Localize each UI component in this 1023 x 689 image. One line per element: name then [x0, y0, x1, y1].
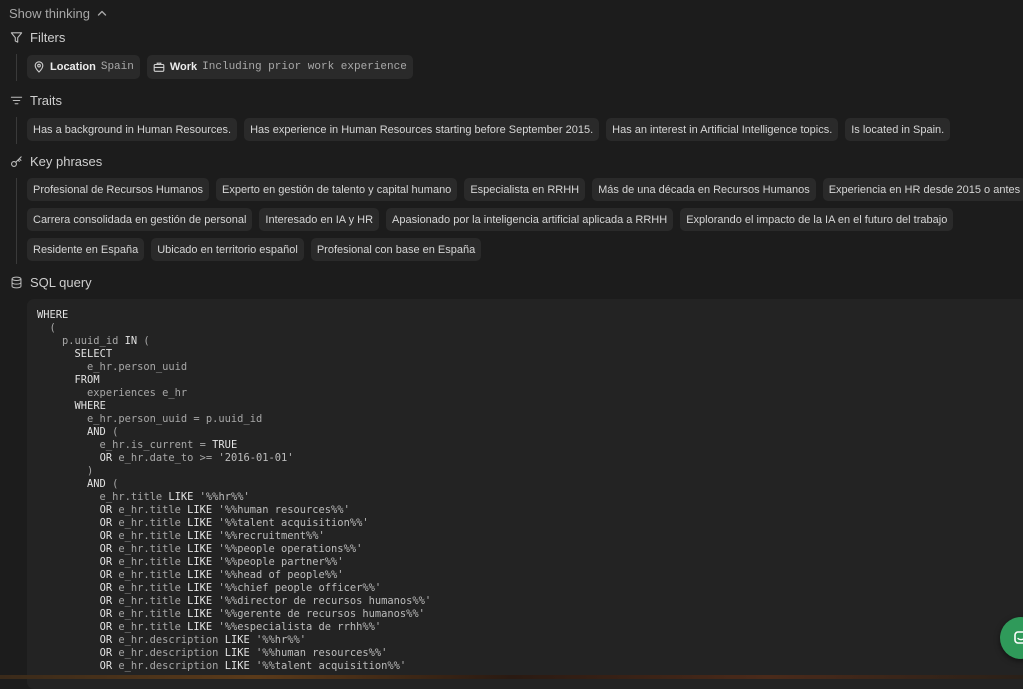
filter-key: Location: [50, 61, 96, 73]
key-phrases-rail: [16, 178, 17, 264]
sql-line: OR e_hr.title LIKE '%%human resources%%': [99, 504, 350, 516]
filter-chip-work[interactable]: Work Including prior work experience: [146, 55, 413, 79]
sql-line: OR e_hr.description LIKE '%%human resour…: [99, 647, 388, 659]
show-thinking-label: Show thinking: [9, 5, 90, 21]
filter-key: Work: [169, 61, 198, 73]
bottom-strip: [0, 675, 1023, 679]
key-phrase-chip: Experiencia en HR desde 2015 o antes: [822, 178, 1023, 201]
key-phrase-chip: Más de una década en Recursos Humanos: [592, 178, 816, 201]
filters-row: Location Spain Work Including prior work…: [27, 55, 413, 79]
sql-query-header: SQL query: [10, 273, 92, 291]
key-icon: [10, 155, 23, 168]
sql-line: WHERE: [37, 309, 69, 321]
filter-icon: [10, 31, 23, 44]
key-phrase-chip: Ubicado en territorio español: [151, 238, 304, 261]
chevron-up-icon: [97, 10, 107, 16]
trait-chip: Is located in Spain.: [845, 118, 951, 141]
sql-line: OR e_hr.description LIKE '%%talent acqui…: [99, 660, 407, 672]
sql-query-title: SQL query: [30, 274, 92, 290]
database-icon: [10, 276, 23, 289]
sql-line: experiences e_hr: [37, 387, 188, 399]
filter-value: Spain: [100, 61, 134, 73]
sql-line: SELECT: [74, 348, 113, 360]
map-pin-icon: [34, 61, 44, 73]
sql-line: p.uuid_id IN (: [37, 335, 150, 347]
sql-line: OR e_hr.title LIKE '%%especialista de rr…: [99, 621, 382, 633]
key-phrase-chip: Carrera consolidada en gestión de person…: [27, 208, 253, 231]
sql-line: AND (: [87, 478, 119, 490]
key-phrase-chip: Profesional de Recursos Humanos: [27, 178, 209, 201]
sql-line: OR e_hr.date_to >= '2016-01-01': [99, 452, 294, 464]
sql-line: AND (: [87, 426, 119, 438]
key-phrase-chip: Experto en gestión de talento y capital …: [215, 178, 458, 201]
key-phrase-chip: Profesional con base en España: [310, 238, 482, 261]
key-phrase-chip: Explorando el impacto de la IA en el fut…: [680, 208, 954, 231]
sql-code-text: WHERE ( p.uuid_id IN ( SELECT e_hr.perso…: [37, 309, 1023, 673]
show-thinking-toggle[interactable]: Show thinking: [9, 4, 107, 22]
sql-line: OR e_hr.title LIKE '%%head of people%%': [99, 569, 344, 581]
filter-chip-location[interactable]: Location Spain: [27, 55, 140, 79]
key-phrases-row: Profesional de Recursos Humanos Experto …: [27, 178, 1023, 201]
sql-line: e_hr.person_uuid: [37, 361, 188, 373]
sql-line: (: [49, 322, 56, 334]
traits-rail: [16, 117, 17, 144]
sql-line: OR e_hr.title LIKE '%%recruitment%%': [99, 530, 325, 542]
key-phrases-header: Key phrases: [10, 152, 102, 170]
sql-line: e_hr.person_uuid = p.uuid_id: [37, 413, 263, 425]
sql-line: OR e_hr.title LIKE '%%people operations%…: [99, 543, 363, 555]
sql-code-block[interactable]: WHERE ( p.uuid_id IN ( SELECT e_hr.perso…: [27, 299, 1023, 689]
trait-chip: Has an interest in Artificial Intelligen…: [606, 118, 839, 141]
sql-line: e_hr.title LIKE '%%hr%%': [37, 491, 250, 503]
sql-line: e_hr.is_current = TRUE: [37, 439, 238, 451]
key-phrases-row: Residente en España Ubicado en territori…: [27, 238, 482, 261]
sql-line: WHERE: [74, 400, 106, 412]
key-phrases-row: Carrera consolidada en gestión de person…: [27, 208, 954, 231]
traits-row: Has a background in Human Resources. Has…: [27, 118, 951, 141]
briefcase-icon: [153, 62, 165, 72]
sql-line: ): [87, 465, 94, 477]
sql-line: FROM: [74, 374, 100, 386]
chat-icon: [1014, 631, 1023, 644]
filter-value: Including prior work experience: [202, 61, 407, 73]
traits-lines-icon: [10, 94, 23, 107]
sql-line: OR e_hr.description LIKE '%%hr%%': [99, 634, 307, 646]
traits-title: Traits: [30, 92, 63, 108]
trait-chip: Has experience in Human Resources starti…: [244, 118, 600, 141]
sql-line: OR e_hr.title LIKE '%%gerente de recurso…: [99, 608, 425, 620]
key-phrase-chip: Interesado en IA y HR: [259, 208, 380, 231]
filters-rail: [16, 54, 17, 81]
key-phrase-chip: Especialista en RRHH: [464, 178, 586, 201]
filters-title: Filters: [30, 29, 66, 45]
trait-chip: Has a background in Human Resources.: [27, 118, 238, 141]
sql-line: OR e_hr.title LIKE '%%chief people offic…: [99, 582, 382, 594]
key-phrase-chip: Residente en España: [27, 238, 145, 261]
traits-header: Traits: [10, 91, 62, 109]
filters-header: Filters: [10, 28, 65, 46]
key-phrases-title: Key phrases: [30, 153, 103, 169]
sql-line: OR e_hr.title LIKE '%%talent acquisition…: [99, 517, 369, 529]
sql-line: OR e_hr.title LIKE '%%director de recurs…: [99, 595, 432, 607]
sql-line: OR e_hr.title LIKE '%%people partner%%': [99, 556, 344, 568]
key-phrase-chip: Apasionado por la inteligencia artificia…: [386, 208, 674, 231]
